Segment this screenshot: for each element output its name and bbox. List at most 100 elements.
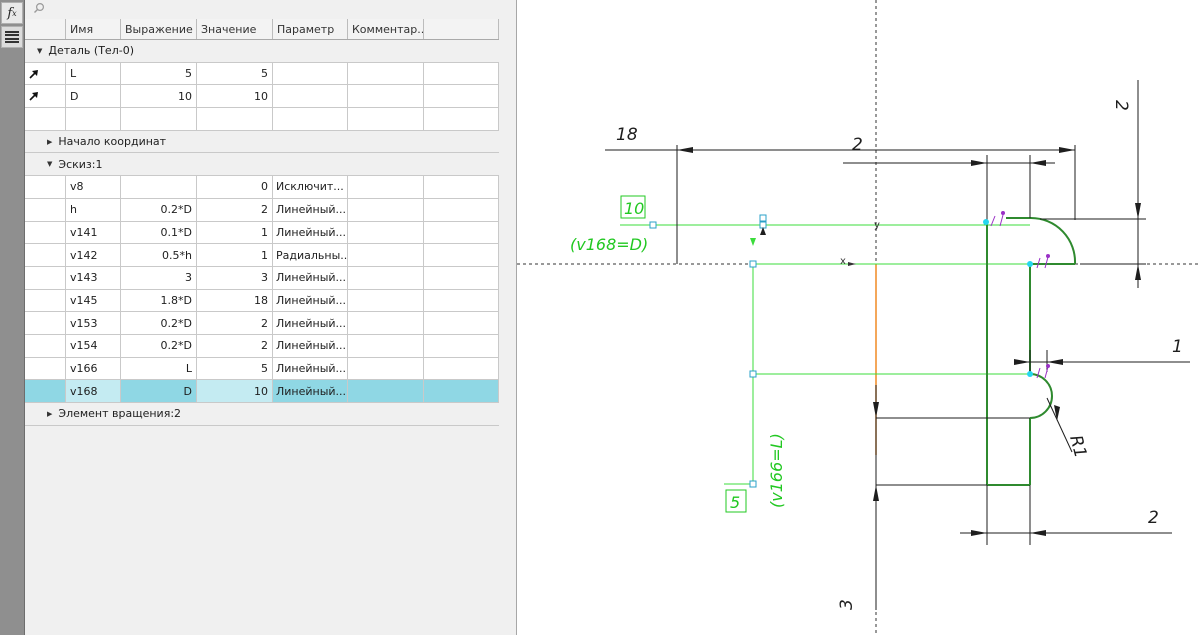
cell-expression[interactable] [121, 108, 197, 130]
cell-expression[interactable]: 0.1*D [121, 221, 197, 244]
cell-comment[interactable] [348, 62, 424, 85]
cell-expression[interactable]: 0.2*D [121, 334, 197, 357]
cell-comment[interactable] [348, 334, 424, 357]
cell-expression[interactable]: 3 [121, 266, 197, 289]
group-sketch[interactable]: ▼ Эскиз:1 [25, 153, 499, 177]
cell-expression[interactable]: 10 [121, 85, 197, 108]
axis-x-label: x [840, 256, 846, 267]
group-origin-label: Начало координат [58, 135, 167, 149]
table-row[interactable]: v166 L 5 Линейный... [25, 357, 499, 381]
green-value-top[interactable]: 10 [624, 199, 644, 218]
green-expression-left[interactable]: (v166=L) [767, 433, 786, 508]
cell-comment[interactable] [348, 289, 424, 312]
collapse-triangle-icon[interactable]: ▶ [47, 410, 52, 418]
table-header: Имя Выражение Значение Параметр Коммента… [25, 19, 499, 40]
dim-2-top-text[interactable]: 2 [852, 135, 863, 155]
collapse-triangle-icon[interactable]: ▶ [47, 138, 52, 146]
table-row[interactable] [25, 108, 499, 131]
header-empty [25, 19, 66, 39]
header-expression[interactable]: Выражение [121, 19, 197, 39]
expand-triangle-icon[interactable]: ▼ [47, 160, 52, 168]
cell-comment[interactable] [348, 266, 424, 289]
header-parameter[interactable]: Параметр [273, 19, 348, 39]
cell-comment[interactable] [348, 108, 424, 130]
cell-expression[interactable]: 0.2*D [121, 198, 197, 221]
cell-expression[interactable]: D [121, 380, 197, 402]
cell-parameter [273, 62, 348, 85]
cell-name[interactable]: v8 [66, 176, 121, 198]
cell-filler [424, 108, 499, 130]
cell-name[interactable]: h [66, 198, 121, 221]
table-row[interactable]: v145 1.8*D 18 Линейный... [25, 289, 499, 313]
profile-geometry [986, 216, 1077, 486]
header-name[interactable]: Имя [66, 19, 121, 39]
row-marker [25, 198, 66, 221]
cell-name[interactable]: v154 [66, 334, 121, 357]
table-row[interactable]: v143 3 3 Линейный... [25, 266, 499, 290]
green-value-left[interactable]: 5 [730, 493, 740, 512]
dim-18-text[interactable]: 18 [616, 125, 638, 145]
cell-filler [424, 221, 499, 244]
row-marker [25, 357, 66, 380]
cell-name[interactable]: v153 [66, 312, 121, 334]
table-row[interactable]: v8 0 Исключит... [25, 176, 499, 199]
table-row[interactable]: L55 [25, 62, 499, 86]
menu-icon[interactable] [1, 26, 23, 48]
cell-parameter: Линейный... [273, 312, 348, 334]
sketch-canvas[interactable]: x y 18 2 2 1 R1 2 3 10 (v168=D) 5 (v166=… [517, 0, 1200, 635]
cell-comment[interactable] [348, 221, 424, 244]
cell-expression[interactable]: 0.2*D [121, 312, 197, 334]
cell-expression[interactable]: L [121, 357, 197, 380]
header-value[interactable]: Значение [197, 19, 273, 39]
dim-3-text[interactable]: 3 [837, 599, 857, 610]
cell-name[interactable]: L [66, 62, 121, 85]
cell-parameter: Линейный... [273, 198, 348, 221]
sketch-drawing: x y 18 2 2 1 R1 2 3 10 (v168=D) 5 (v166=… [517, 0, 1200, 635]
table-row[interactable]: v142 0.5*h 1 Радиальны... [25, 244, 499, 267]
group-origin[interactable]: ▶ Начало координат [25, 130, 499, 154]
group-revolve[interactable]: ▶ Элемент вращения:2 [25, 403, 499, 426]
row-marker [25, 244, 66, 266]
table-row[interactable]: v141 0.1*D 1 Линейный... [25, 221, 499, 245]
group-part[interactable]: ▼ Деталь (Тел-0) [25, 40, 499, 63]
table-row[interactable]: v168 D 10 Линейный... [25, 380, 499, 403]
dim-2-right-text[interactable]: 2 [1111, 100, 1131, 111]
dim-2-bottom-text[interactable]: 2 [1148, 508, 1159, 528]
cell-filler [424, 198, 499, 221]
cell-value [197, 108, 273, 130]
header-comment[interactable]: Комментар... [348, 19, 424, 39]
cell-name[interactable] [66, 108, 121, 130]
cell-name[interactable]: v166 [66, 357, 121, 380]
cell-name[interactable]: v168 [66, 380, 121, 402]
variables-table: Имя Выражение Значение Параметр Коммента… [25, 19, 499, 426]
dimension-arrows [677, 147, 1141, 536]
cell-comment[interactable] [348, 198, 424, 221]
cell-name[interactable]: v143 [66, 266, 121, 289]
cell-expression[interactable]: 0.5*h [121, 244, 197, 266]
cell-name[interactable]: v142 [66, 244, 121, 266]
table-row[interactable]: D 10 10 [25, 85, 499, 109]
cell-comment[interactable] [348, 244, 424, 266]
cell-comment[interactable] [348, 312, 424, 334]
cell-comment[interactable] [348, 357, 424, 380]
cell-expression[interactable]: 5 [121, 62, 197, 85]
green-expression-top[interactable]: (v168=D) [570, 235, 648, 254]
row-marker [25, 85, 66, 108]
dim-1-text[interactable]: 1 [1172, 337, 1183, 357]
cell-comment[interactable] [348, 85, 424, 108]
table-row[interactable]: v153 0.2*D 2 Линейный... [25, 312, 499, 335]
external-variable-icon [29, 69, 38, 79]
fx-icon[interactable]: fx [1, 2, 23, 24]
search-icon[interactable] [29, 1, 49, 15]
table-row[interactable]: h 0.2*D 2 Линейный... [25, 198, 499, 222]
cell-expression[interactable] [121, 176, 197, 198]
cell-comment[interactable] [348, 176, 424, 198]
expand-triangle-icon[interactable]: ▼ [37, 47, 42, 55]
cell-expression[interactable]: 1.8*D [121, 289, 197, 312]
cell-name[interactable]: v141 [66, 221, 121, 244]
cell-name[interactable]: D [66, 85, 121, 108]
cell-comment[interactable] [348, 380, 424, 402]
cell-name[interactable]: v145 [66, 289, 121, 312]
dim-r1-text[interactable]: R1 [1065, 433, 1090, 460]
table-row[interactable]: v154 0.2*D 2 Линейный... [25, 334, 499, 358]
